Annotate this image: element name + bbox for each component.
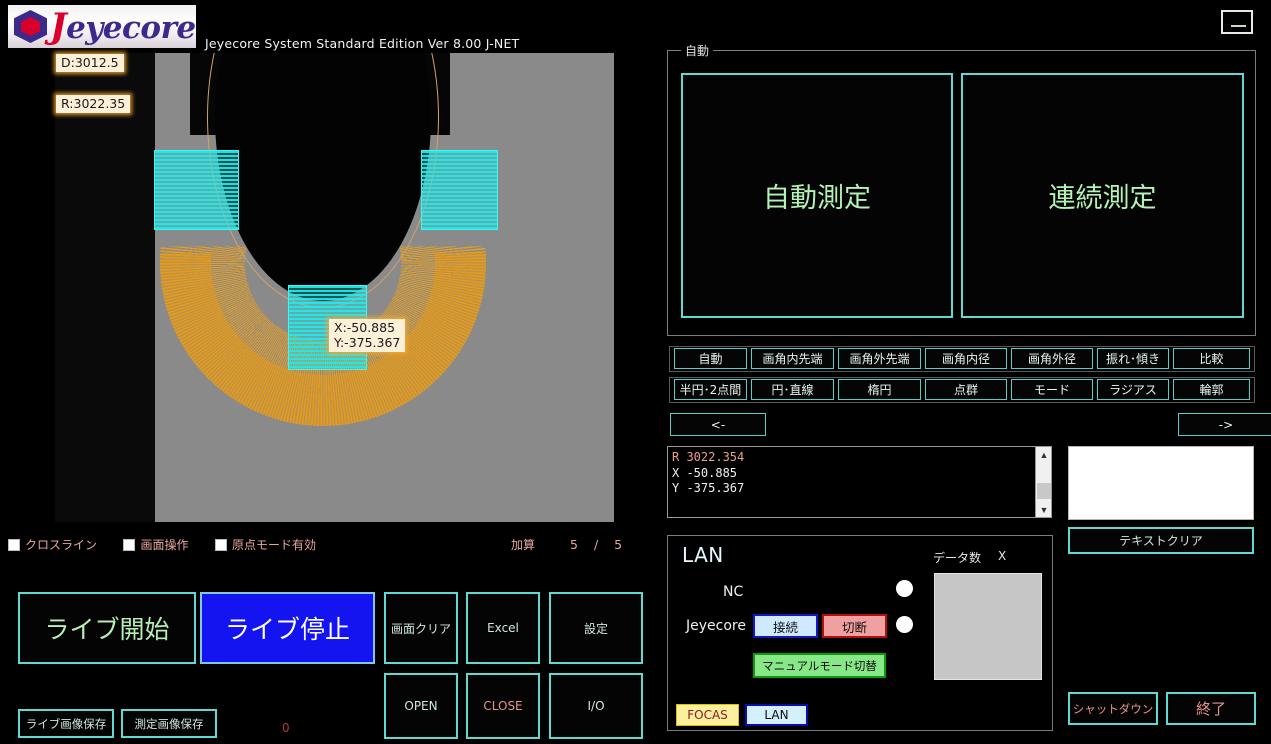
mode-row1-frame: 自動 画角内先端 画角外先端 画角内径 画角外径 振れ･傾き 比較 xyxy=(669,346,1255,372)
image-shoulder-right xyxy=(450,53,485,125)
jeyecore-label: Jeyecore xyxy=(686,618,746,634)
data-count-list[interactable] xyxy=(934,573,1042,680)
radius-label: R:3022.35 xyxy=(56,95,131,113)
checkbox-label: クロスライン xyxy=(25,538,98,553)
scrollbar-thumb[interactable] xyxy=(1037,483,1051,499)
minimize-button[interactable] xyxy=(1221,10,1253,34)
text-output-field[interactable] xyxy=(1068,446,1254,520)
chevron-down-icon[interactable]: ▼ xyxy=(1036,502,1051,517)
image-shoulder-left xyxy=(155,53,190,108)
result-line-y: Y -375.367 xyxy=(672,481,745,495)
auto-group-title: 自動 xyxy=(681,42,714,59)
checkbox-accumulate[interactable]: 加算 xyxy=(506,536,535,553)
app-title: Jeyecore System Standard Edition Ver 8.0… xyxy=(205,36,520,51)
continuous-measure-button[interactable]: 連続測定 xyxy=(961,73,1244,318)
settings-button[interactable]: 設定 xyxy=(549,592,643,664)
mode-button-r2-0[interactable]: 半円･2点間 xyxy=(674,379,747,400)
excel-export-button[interactable]: Excel xyxy=(466,592,540,664)
mode-button-r2-2[interactable]: 楕円 xyxy=(838,379,921,400)
result-lines: R 3022.354 X -50.885 Y -375.367 xyxy=(668,447,1051,497)
tab-lan[interactable]: LAN xyxy=(745,704,808,726)
exit-button[interactable]: 終了 xyxy=(1166,692,1256,725)
counter-separator: / xyxy=(593,537,600,552)
camera-viewport[interactable] xyxy=(55,53,614,522)
result-line-r: R 3022.354 xyxy=(672,450,745,464)
checkbox-box[interactable] xyxy=(8,538,20,551)
nav-next-button[interactable]: -> xyxy=(1178,413,1271,436)
mode-button-r2-6[interactable]: 輪郭 xyxy=(1173,379,1250,400)
jeyecore-logo: Jeyecore xyxy=(8,5,196,48)
checkbox-label: 原点モード有効 xyxy=(231,538,316,553)
mode-button-r1-2[interactable]: 画角外先端 xyxy=(838,348,921,369)
checkbox-box[interactable] xyxy=(123,538,136,551)
counter-total: 5 xyxy=(614,537,624,552)
measurement-result-textarea[interactable]: R 3022.354 X -50.885 Y -375.367 ▲ ▼ xyxy=(667,446,1052,518)
zero-indicator: 0 xyxy=(282,721,290,735)
data-count-label: データ数 xyxy=(933,551,982,565)
screen-clear-button[interactable]: 画面クリア xyxy=(384,592,458,664)
checkbox-label: 画面操作 xyxy=(140,538,189,553)
mode-button-r2-1[interactable]: 円･直線 xyxy=(751,379,834,400)
chevron-up-icon[interactable]: ▲ xyxy=(1036,447,1051,462)
lan-tab-bar: FOCAS LAN xyxy=(667,700,1053,731)
mode-button-r1-3[interactable]: 画角内径 xyxy=(925,348,1007,369)
logo-text: eyecore xyxy=(66,10,196,46)
open-button[interactable]: OPEN xyxy=(384,673,458,739)
capture-counter: 5 / 5 xyxy=(570,537,623,552)
data-count-value: X xyxy=(998,549,1007,563)
roi-box-left[interactable] xyxy=(154,150,239,230)
hexagon-logo-icon xyxy=(14,10,47,43)
mode-button-r2-4[interactable]: モード xyxy=(1011,379,1093,400)
live-stop-button[interactable]: ライブ停止 xyxy=(200,592,375,664)
connect-button[interactable]: 接続 xyxy=(753,614,818,638)
tab-focas[interactable]: FOCAS xyxy=(676,704,739,726)
application-window: Jeyecore Jeyecore System Standard Editio… xyxy=(0,0,1271,744)
mode-button-r1-1[interactable]: 画角内先端 xyxy=(751,348,834,369)
shutdown-button[interactable]: シャットダウン xyxy=(1068,692,1158,725)
checkbox-screen-operation[interactable]: 画面操作 xyxy=(123,536,188,553)
mode-row2-frame: 半円･2点間 円･直線 楕円 点群 モード ラジアス 輪郭 xyxy=(669,377,1255,403)
jeyecore-status-led xyxy=(896,616,913,633)
nav-prev-button[interactable]: <- xyxy=(670,413,766,436)
checkbox-origin-mode[interactable]: 原点モード有効 xyxy=(214,536,316,553)
live-start-button[interactable]: ライブ開始 xyxy=(18,592,196,664)
mode-button-r1-6[interactable]: 比較 xyxy=(1173,348,1250,369)
image-dark-left-region xyxy=(55,53,155,522)
auto-measure-button[interactable]: 自動測定 xyxy=(681,73,953,318)
io-button[interactable]: I/O xyxy=(549,673,643,739)
mode-button-r1-5[interactable]: 振れ･傾き xyxy=(1097,348,1169,369)
save-live-image-button[interactable]: ライブ画像保存 xyxy=(18,709,114,738)
mode-button-r1-4[interactable]: 画角外径 xyxy=(1011,348,1093,369)
checkbox-box[interactable] xyxy=(214,538,227,551)
mode-button-r2-3[interactable]: 点群 xyxy=(925,379,1007,400)
disconnect-button[interactable]: 切断 xyxy=(822,614,887,638)
mode-button-r2-5[interactable]: ラジアス xyxy=(1097,379,1169,400)
logo-initial: J xyxy=(50,6,67,47)
manual-mode-toggle-button[interactable]: マニュアルモード切替 xyxy=(753,653,886,678)
mode-button-r1-0[interactable]: 自動 xyxy=(674,348,747,369)
logo-wordmark: Jeyecore xyxy=(50,6,196,47)
close-button[interactable]: CLOSE xyxy=(466,673,540,739)
checkbox-crossline[interactable]: クロスライン xyxy=(8,536,97,553)
lan-panel-title: LAN xyxy=(682,543,724,567)
nc-status-led xyxy=(896,580,913,597)
counter-current: 5 xyxy=(570,537,579,552)
roi-box-right[interactable] xyxy=(421,150,498,230)
result-scrollbar[interactable]: ▲ ▼ xyxy=(1035,447,1051,517)
nc-label: NC xyxy=(723,584,744,600)
text-clear-button[interactable]: テキストクリア xyxy=(1068,527,1254,554)
diameter-label: D:3012.5 xyxy=(56,54,124,72)
checkbox-label: 加算 xyxy=(511,538,536,552)
save-measure-image-button[interactable]: 測定画像保存 xyxy=(121,709,217,738)
coordinate-label: X:-50.885 Y:-375.367 xyxy=(329,319,406,352)
result-line-x: X -50.885 xyxy=(672,465,738,480)
